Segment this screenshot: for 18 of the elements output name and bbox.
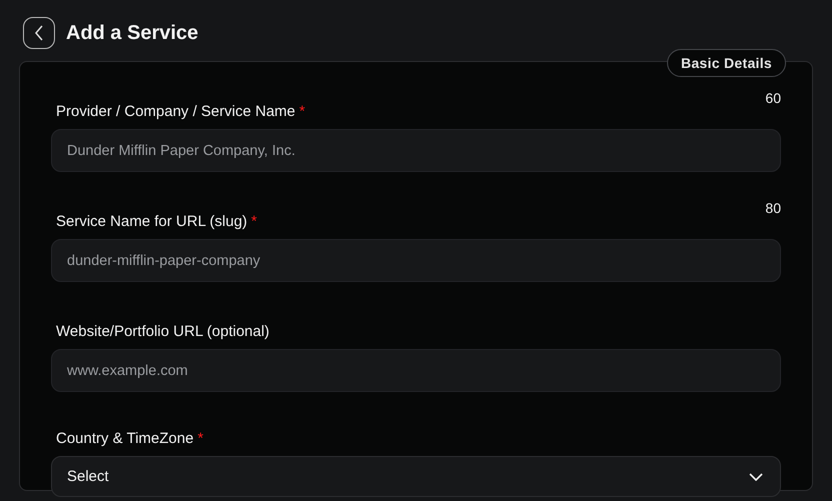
section-badge: Basic Details (666, 49, 786, 77)
field-label: Provider / Company / Service Name (56, 103, 296, 120)
page-title: Add a Service (66, 22, 198, 44)
character-counter: 80 (765, 200, 781, 216)
select-dropdown[interactable]: Select (51, 456, 781, 497)
field-label: Service Name for URL (slug) (56, 213, 248, 230)
required-mark: * (198, 430, 204, 447)
chevron-down-icon (749, 472, 763, 480)
input-field[interactable]: www.example.com (51, 349, 781, 392)
required-mark: * (251, 213, 258, 230)
field-label: Country & TimeZone (56, 430, 194, 447)
input-field[interactable]: dunder-mifflin-paper-company (51, 239, 781, 282)
required-mark: * (299, 103, 306, 120)
character-counter: 60 (765, 90, 781, 106)
field-label: Website/Portfolio URL (optional) (56, 323, 270, 340)
chevron-left-icon (34, 25, 44, 41)
input-field[interactable]: Dunder Mifflin Paper Company, Inc. (51, 129, 781, 172)
back-button[interactable] (23, 17, 55, 49)
